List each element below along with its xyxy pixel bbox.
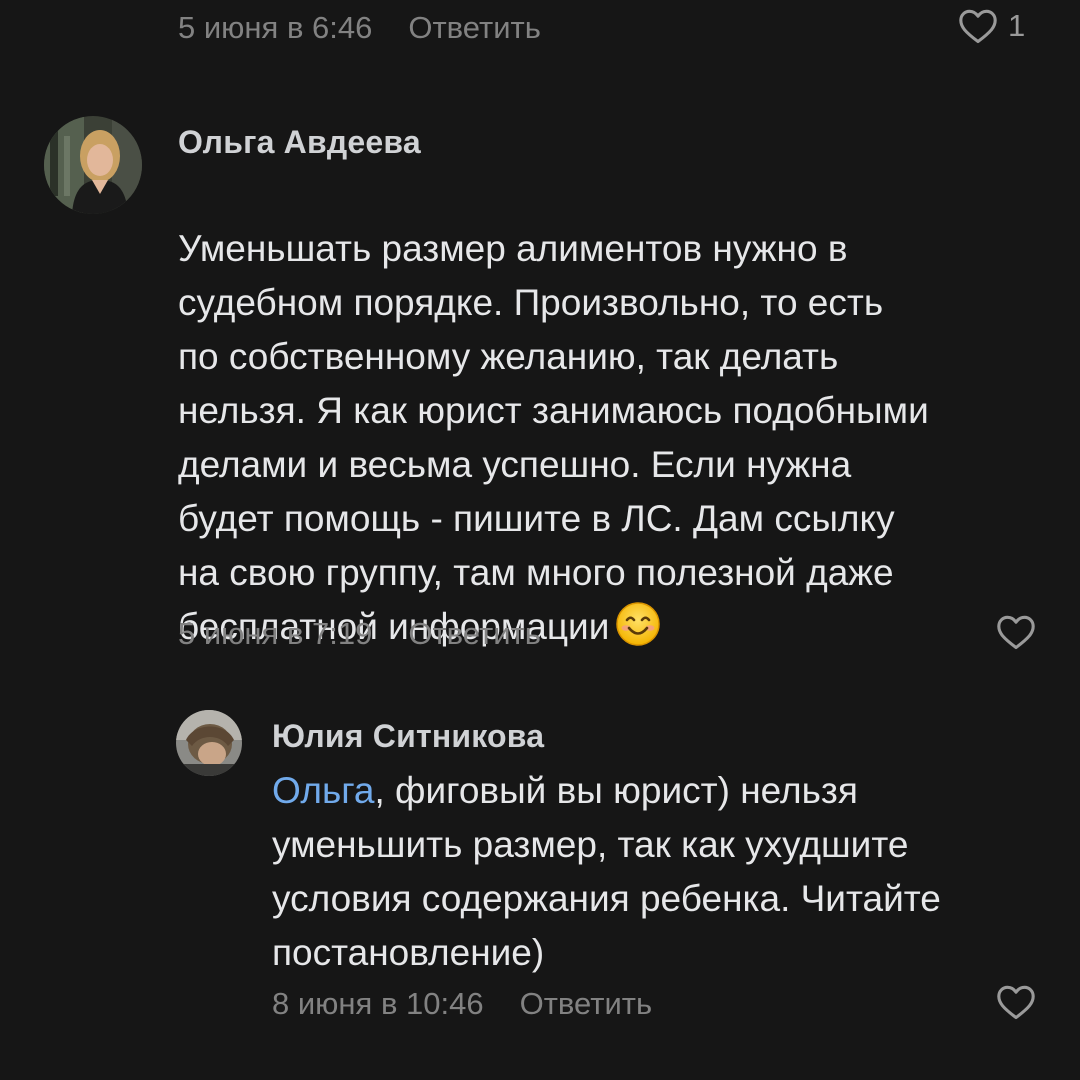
- comment-date: 8 июня в 10:46: [272, 986, 484, 1021]
- comment-body: Уменьшать размер алиментов нужно в судеб…: [178, 228, 929, 647]
- comment-text: Ольга, фиговый вы юрист) нельзя уменьшит…: [272, 764, 1062, 980]
- heart-icon: [958, 8, 998, 44]
- avatar-photo: [44, 116, 142, 214]
- smiling-face-emoji: [615, 601, 661, 647]
- like-button[interactable]: [996, 984, 1036, 1020]
- reply-button[interactable]: Ответить: [408, 8, 541, 48]
- mention-link[interactable]: Ольга: [272, 770, 375, 811]
- comment-date: 5 июня в 6:46: [178, 10, 373, 45]
- top-comment-meta: 5 июня в 6:46 Ответить: [178, 8, 541, 48]
- avatar[interactable]: [176, 710, 242, 776]
- like-button[interactable]: 1: [958, 8, 1025, 44]
- reply-button[interactable]: Ответить: [408, 614, 541, 654]
- comment-date: 5 июня в 7:19: [178, 616, 373, 651]
- comment-author[interactable]: Ольга Авдеева: [178, 124, 421, 161]
- heart-icon: [996, 614, 1036, 650]
- comment-text: Уменьшать размер алиментов нужно в судеб…: [178, 168, 1058, 654]
- avatar[interactable]: [44, 116, 142, 214]
- heart-icon: [996, 984, 1036, 1020]
- like-count: 1: [1008, 8, 1026, 43]
- comment-author[interactable]: Юлия Ситникова: [272, 718, 544, 755]
- like-button[interactable]: [996, 614, 1036, 650]
- comment-meta: 5 июня в 7:19 Ответить: [178, 614, 541, 654]
- comment-meta: 8 июня в 10:46 Ответить: [272, 984, 652, 1024]
- reply-button[interactable]: Ответить: [520, 984, 653, 1024]
- avatar-photo: [176, 710, 242, 776]
